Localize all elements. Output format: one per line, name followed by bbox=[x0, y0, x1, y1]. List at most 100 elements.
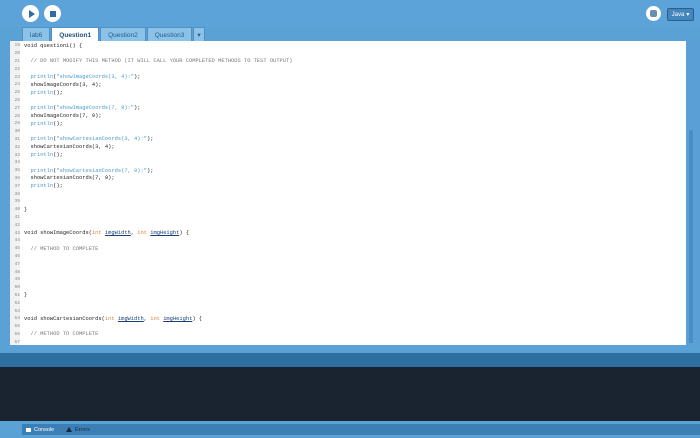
editor-scrollbar-thumb[interactable] bbox=[689, 130, 693, 343]
line-text: } bbox=[24, 206, 28, 213]
code-line[interactable]: 45 // METHOD TO COMPLETE bbox=[10, 245, 98, 253]
code-line[interactable]: 46 bbox=[10, 253, 24, 261]
run-button[interactable] bbox=[22, 5, 39, 22]
play-icon bbox=[28, 9, 35, 18]
line-text: println("showCartesianCoords(3, 4):"); bbox=[30, 136, 154, 143]
line-text: showImageCoords(7, 9); bbox=[24, 113, 102, 120]
code-line[interactable]: 20 bbox=[10, 50, 24, 58]
code-editor[interactable]: 19 void question1() {20 21 // DO NOT MODIF… bbox=[10, 41, 686, 345]
code-line[interactable]: 34 bbox=[10, 159, 24, 167]
line-number: 56 bbox=[14, 331, 20, 337]
code-line[interactable]: 41 bbox=[10, 214, 24, 222]
code-line[interactable]: 30 bbox=[10, 128, 24, 136]
code-line[interactable]: 33 println(); bbox=[10, 151, 62, 159]
stop-icon bbox=[49, 10, 56, 17]
line-number: 55 bbox=[14, 324, 20, 330]
code-line[interactable]: 24 showImageCoords(3, 4); bbox=[10, 81, 101, 89]
console-tab[interactable]: Console bbox=[22, 424, 700, 435]
line-text: showCartesianCoords(3, 4); bbox=[24, 144, 115, 151]
line-number: 48 bbox=[14, 269, 20, 275]
chevron-down-icon: ▾ bbox=[686, 12, 690, 18]
code-line[interactable]: 50 bbox=[10, 284, 24, 292]
tab-question1[interactable]: Question1 bbox=[51, 27, 100, 42]
line-text: println("showCartesianCoords(7, 9):"); bbox=[30, 167, 154, 174]
line-number: 40 bbox=[14, 207, 20, 213]
tab-lab6[interactable]: lab6 bbox=[22, 27, 51, 42]
bug-icon bbox=[650, 10, 657, 17]
code-line[interactable]: 21 // DO NOT MODIFY THIS METHOD (IT WILL… bbox=[10, 58, 293, 66]
editor-tabs: lab6 Question1 Question2 Question3 ▾ bbox=[22, 27, 206, 42]
line-number: 49 bbox=[14, 277, 20, 283]
code-line[interactable]: 26 bbox=[10, 97, 24, 105]
debug-button[interactable] bbox=[646, 6, 661, 21]
line-number: 36 bbox=[14, 175, 20, 181]
code-line[interactable]: 44 bbox=[10, 237, 24, 245]
code-line[interactable]: 36 showCartesianCoords(7, 9); bbox=[10, 175, 114, 183]
line-number: 25 bbox=[14, 90, 20, 96]
language-label: Java bbox=[671, 11, 685, 18]
code-line[interactable]: 57 bbox=[10, 338, 24, 345]
line-number: 32 bbox=[14, 144, 20, 150]
line-text: } bbox=[24, 292, 28, 299]
line-number: 33 bbox=[14, 152, 20, 158]
line-number: 38 bbox=[14, 191, 20, 197]
code-line[interactable]: 31 println("showCartesianCoords(3, 4):")… bbox=[10, 136, 153, 144]
code-line[interactable]: 35 println("showCartesianCoords(7, 9):")… bbox=[10, 167, 153, 175]
code-line[interactable]: 56 // METHOD TO COMPLETE bbox=[10, 331, 98, 339]
code-line[interactable]: 49 bbox=[10, 276, 24, 284]
pane-splitter[interactable] bbox=[0, 345, 700, 353]
code-line[interactable]: 19 void question1() { bbox=[10, 42, 82, 50]
tab-question3[interactable]: Question3 bbox=[146, 27, 193, 42]
line-number: 37 bbox=[14, 183, 20, 189]
line-number: 29 bbox=[14, 121, 20, 127]
code-line[interactable]: 51} bbox=[10, 292, 27, 300]
code-line[interactable]: 53 bbox=[10, 307, 24, 315]
code-line[interactable]: 47 bbox=[10, 260, 24, 268]
tab-menu-button[interactable]: ▾ bbox=[193, 27, 205, 42]
console-output bbox=[0, 367, 700, 421]
line-text: // METHOD TO COMPLETE bbox=[24, 331, 99, 338]
line-number: 51 bbox=[14, 292, 20, 298]
line-number: 20 bbox=[14, 51, 20, 57]
line-number: 52 bbox=[14, 300, 20, 306]
line-number: 45 bbox=[14, 246, 20, 252]
line-text: println(); bbox=[30, 89, 63, 96]
line-number: 44 bbox=[14, 238, 20, 244]
errors-tab[interactable]: Errors bbox=[62, 424, 94, 435]
line-number: 22 bbox=[14, 66, 20, 72]
code-line[interactable]: 39 bbox=[10, 198, 24, 206]
language-selector[interactable]: Java ▾ bbox=[667, 8, 694, 21]
line-number: 46 bbox=[14, 253, 20, 259]
code-line[interactable]: 38 bbox=[10, 190, 24, 198]
code-line[interactable]: 25 println(); bbox=[10, 89, 63, 97]
code-line[interactable]: 28 showImageCoords(7, 9); bbox=[10, 112, 102, 120]
line-text: // DO NOT MODIFY THIS METHOD (IT WILL CA… bbox=[24, 58, 293, 65]
code-line[interactable]: 29 println(); bbox=[10, 120, 62, 128]
line-number: 31 bbox=[14, 136, 20, 142]
code-line[interactable]: 55 bbox=[10, 323, 24, 331]
code-line[interactable]: 54 void showCartesianCoords(int imgWidth,… bbox=[10, 315, 202, 323]
line-number: 35 bbox=[14, 168, 20, 174]
code-line[interactable]: 37 println(); bbox=[10, 182, 62, 190]
code-line[interactable]: 22 bbox=[10, 65, 24, 73]
code-line[interactable]: 40} bbox=[10, 206, 27, 214]
line-text: println("showImageCoords(3, 4):"); bbox=[30, 74, 141, 81]
code-line[interactable]: 48 bbox=[10, 268, 24, 276]
code-line[interactable]: 23 println("showImageCoords(3, 4):"); bbox=[10, 73, 141, 81]
line-number: 19 bbox=[14, 43, 20, 49]
code-line[interactable]: 42 bbox=[10, 221, 24, 229]
line-text: println("showImageCoords(7, 9):"); bbox=[30, 105, 141, 112]
line-number: 30 bbox=[14, 129, 20, 135]
line-text: // METHOD TO COMPLETE bbox=[24, 245, 99, 252]
code-line[interactable]: 27 println("showImageCoords(7, 9):"); bbox=[10, 104, 141, 112]
warning-icon bbox=[66, 427, 72, 432]
line-number: 28 bbox=[14, 113, 20, 119]
code-line[interactable]: 32 showCartesianCoords(3, 4); bbox=[10, 143, 115, 151]
code-line[interactable]: 52 bbox=[10, 299, 24, 307]
stop-button[interactable] bbox=[44, 5, 61, 22]
line-text: void showCartesianCoords(int imgWidth, i… bbox=[24, 315, 203, 322]
tab-question2[interactable]: Question2 bbox=[100, 27, 146, 42]
console-icon bbox=[26, 427, 31, 432]
code-line[interactable]: 43 void showImageCoords(int imgWidth, int… bbox=[10, 229, 189, 237]
line-number: 26 bbox=[14, 97, 20, 103]
